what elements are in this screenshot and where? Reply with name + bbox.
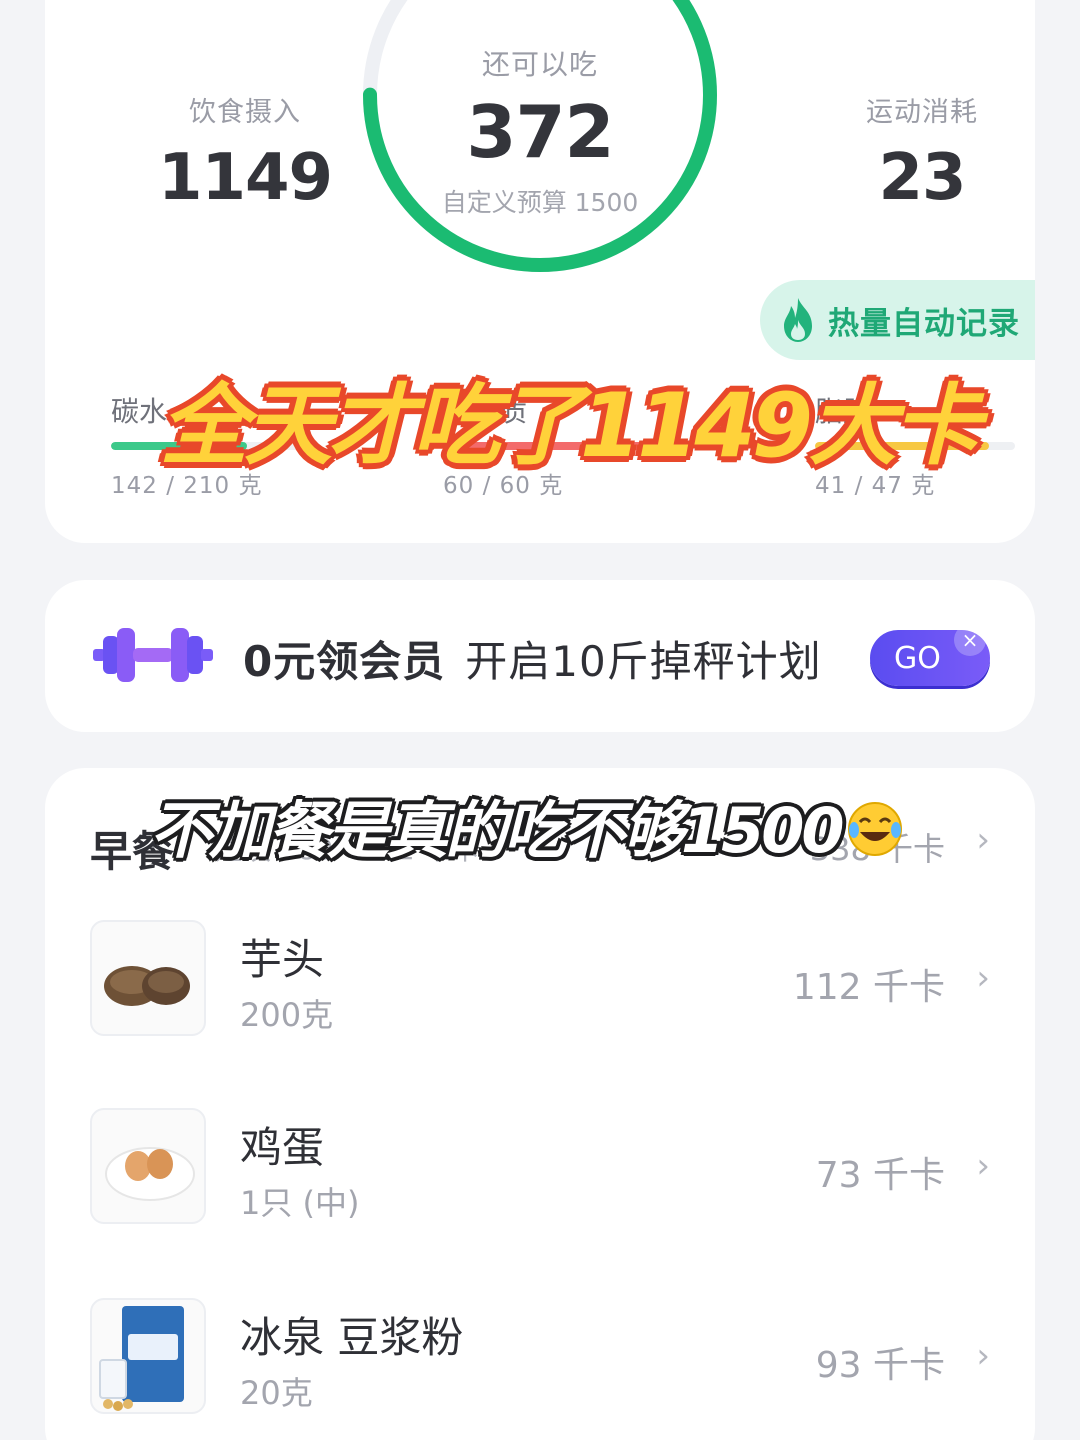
food-amount: 20克 [240, 1374, 313, 1412]
go-label: GO [894, 640, 941, 676]
food-amount: 1只 (中) [240, 1184, 360, 1222]
food-kcal: 112 千卡 [792, 967, 945, 1008]
caption-overlay-top: 全天才吃了1149大卡 [160, 374, 981, 477]
remaining-value: 372 [466, 90, 614, 174]
burn-value: 23 [878, 141, 966, 215]
caption-overlay-bottom: 不加餐是真的吃不够1500 [150, 780, 980, 867]
egg-image [90, 1108, 206, 1224]
soy-milk-powder-image [90, 1298, 206, 1414]
food-amount: 200克 [240, 996, 334, 1034]
tears-of-joy-icon [847, 802, 902, 856]
promo-plan-text: 开启10斤掉秤计划 [465, 637, 822, 686]
close-icon[interactable]: × [954, 624, 986, 656]
food-name: 鸡蛋 [240, 1123, 325, 1172]
food-kcal: 73 千卡 [815, 1155, 945, 1196]
dumbbell-icon [93, 628, 213, 682]
chevron-right-icon: › [976, 1336, 990, 1376]
food-kcal: 93 千卡 [815, 1345, 945, 1386]
remaining-label: 还可以吃 [481, 48, 598, 81]
promo-text: 0元领会员 开启10斤掉秤计划 [243, 628, 822, 689]
food-item-taro[interactable]: 芋头 200克 112 千卡 › [90, 920, 990, 1038]
intake-stat[interactable]: 饮食摄入 1149 [125, 90, 365, 215]
flame-icon [784, 298, 812, 342]
food-name: 芋头 [240, 935, 325, 984]
chevron-right-icon: › [976, 1146, 990, 1186]
auto-record-badge[interactable]: 热量自动记录 [760, 280, 1035, 360]
food-name: 冰泉 豆浆粉 [240, 1313, 464, 1362]
go-button[interactable]: GO × [870, 624, 990, 686]
taro-image [90, 920, 206, 1036]
membership-promo-card[interactable]: 0元领会员 开启10斤掉秤计划 GO × [45, 580, 1035, 732]
budget-text[interactable]: 自定义预算 1500 [360, 183, 720, 219]
auto-record-label: 热量自动记录 [828, 305, 1020, 342]
breakfast-card: 早餐 建议 380 - 532 千卡 338 千卡 › 芋头 200克 112 … [45, 768, 1035, 1440]
chevron-right-icon: › [976, 958, 990, 998]
food-item-egg[interactable]: 鸡蛋 1只 (中) 73 千卡 › [90, 1108, 990, 1226]
caption-bottom-text: 不加餐是真的吃不够1500 [150, 794, 845, 867]
burn-stat[interactable]: 运动消耗 23 [802, 90, 1042, 215]
burn-label: 运动消耗 [866, 97, 978, 128]
promo-bold-text: 0元领会员 [243, 637, 446, 686]
intake-label: 饮食摄入 [189, 97, 301, 128]
intake-value: 1149 [157, 141, 333, 215]
diet-tracker-screen: 饮食摄入 1149 还可以吃 372 自定义预算 1500 运动消耗 23 热量… [0, 0, 1080, 1440]
food-item-soy-milk[interactable]: 冰泉 豆浆粉 20克 93 千卡 › [90, 1298, 990, 1416]
remaining-calorie-ring[interactable]: 还可以吃 372 自定义预算 1500 [360, 0, 720, 275]
